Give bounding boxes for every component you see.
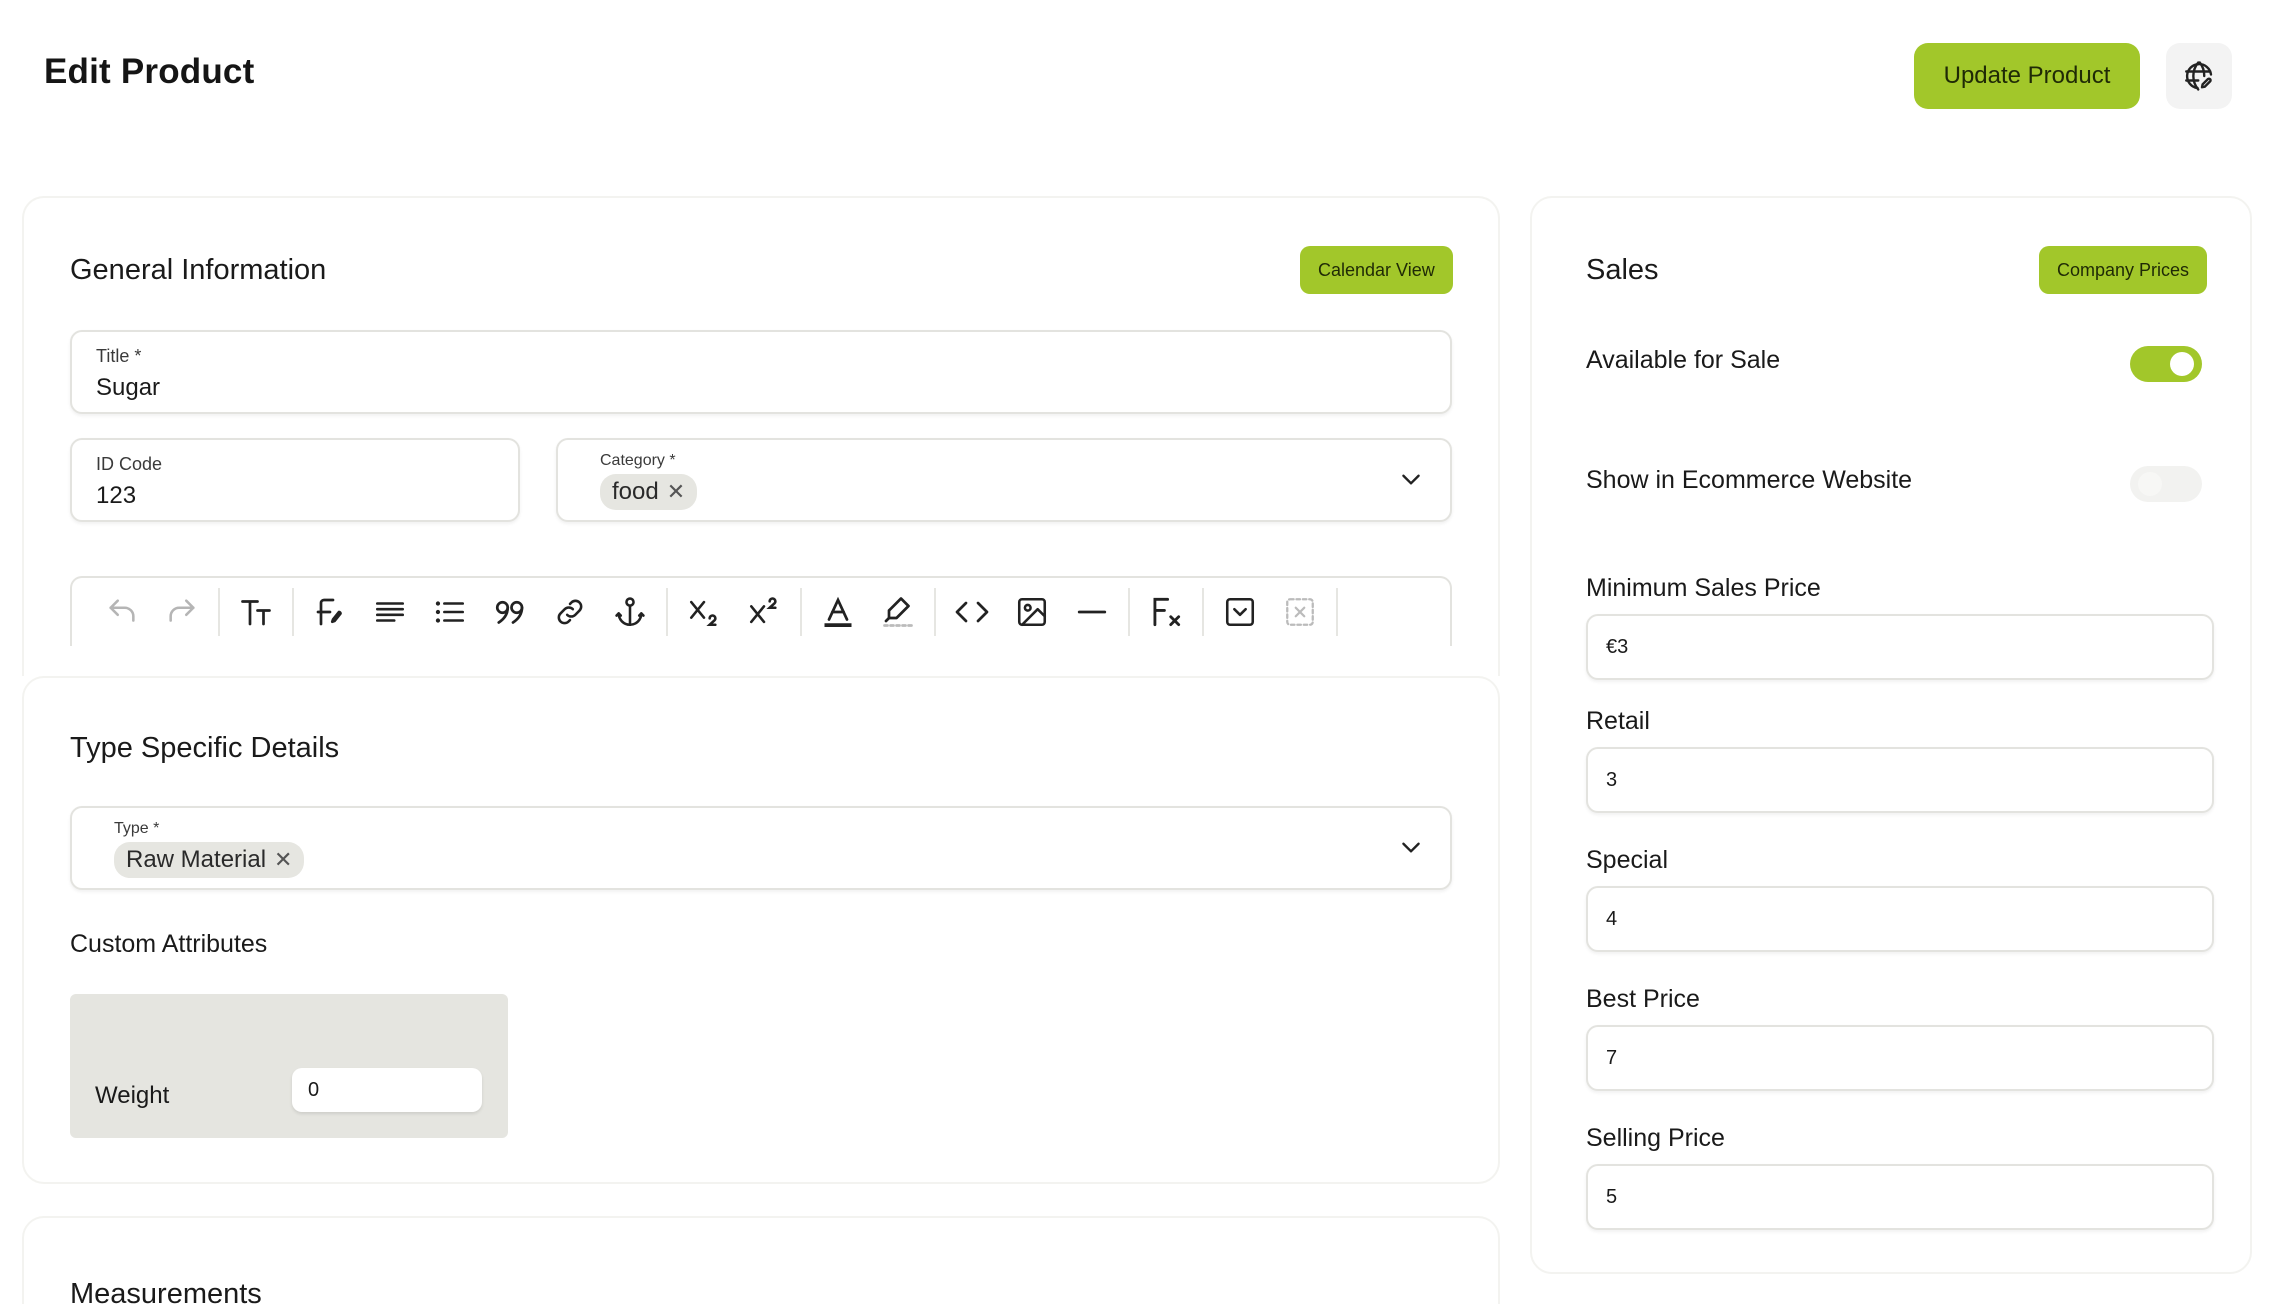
clear-format-icon [1153,597,1181,627]
bullet-list-button[interactable] [420,582,480,642]
toolbar-divider [218,588,220,636]
measurements-title: Measurements [70,1278,262,1304]
special-label: Special [1586,846,1668,874]
quote-button[interactable] [480,582,540,642]
anchor-icon [615,597,645,627]
toolbar-divider [934,588,936,636]
editor-toolbar [70,576,1452,646]
image-button[interactable] [1002,582,1062,642]
update-product-button[interactable]: Update Product [1914,43,2140,109]
calendar-view-button[interactable]: Calendar View [1300,246,1453,294]
horizontal-rule-button[interactable] [1062,582,1122,642]
bullet-list-icon [435,601,465,623]
minimum-sales-price-input[interactable] [1586,614,2214,680]
subscript-icon [689,600,717,627]
company-prices-button[interactable]: Company Prices [2039,246,2208,294]
anchor-button[interactable] [600,582,660,642]
best-price-input[interactable] [1586,1025,2214,1091]
text-size-icon [241,600,271,626]
text-size-button[interactable] [226,582,286,642]
superscript-button[interactable] [734,582,794,642]
clear-format-button[interactable] [1136,582,1196,642]
type-select[interactable]: Type * Raw Material ✕ [70,806,1452,890]
code-icon [955,601,989,623]
category-chip-label: food [612,478,659,505]
title-field-label: Title * [96,346,142,366]
type-chip-label: Raw Material [126,846,267,873]
horizontal-rule-icon [1077,610,1107,614]
align-button[interactable] [360,582,420,642]
toolbar-divider [292,588,294,636]
toolbar-divider [1128,588,1130,636]
selling-price-label: Selling Price [1586,1124,1725,1152]
link-icon [557,599,583,625]
custom-attribute-card: Weight [70,994,508,1138]
id-code-label: ID Code [96,454,163,474]
superscript-icon [749,597,777,624]
show-in-ecommerce-label: Show in Ecommerce Website [1586,466,1913,494]
type-label: Type * [114,820,160,837]
toolbar-divider [1336,588,1338,636]
link-button[interactable] [540,582,600,642]
undo-button[interactable] [92,582,152,642]
special-input[interactable] [1586,886,2214,952]
subscript-button[interactable] [674,582,734,642]
id-code-value: 123 [96,482,137,509]
retail-label: Retail [1586,707,1650,735]
available-for-sale-label: Available for Sale [1586,346,1781,374]
code-button[interactable] [942,582,1002,642]
toggle-knob [2138,472,2162,496]
available-for-sale-toggle[interactable] [2130,346,2202,382]
category-select[interactable]: Category * food ✕ [556,438,1452,522]
category-label: Category * [600,452,676,469]
weight-input[interactable] [292,1068,482,1112]
align-icon [375,602,405,622]
globe-edit-icon [2185,61,2213,91]
toolbar-divider [1202,588,1204,636]
text-color-icon [824,596,852,627]
highlight-button[interactable] [868,582,928,642]
title-field[interactable]: Title * Sugar [70,330,1452,414]
font-button[interactable] [300,582,360,642]
chevron-down-icon[interactable] [1398,466,1424,492]
toolbar-divider [800,588,802,636]
category-chip[interactable]: food ✕ [600,474,698,510]
title-field-value: Sugar [96,374,161,401]
redo-icon [169,599,195,622]
font-icon [316,598,342,626]
close-icon[interactable]: ✕ [274,847,292,873]
weight-label: Weight [95,1082,170,1109]
checkbox-icon [1225,597,1255,627]
redo-button[interactable] [152,582,212,642]
custom-attributes-label: Custom Attributes [70,930,268,958]
retail-input[interactable] [1586,747,2214,813]
sales-title: Sales [1586,254,1659,286]
toggle-knob [2170,352,2194,376]
highlight-icon [883,597,913,627]
toolbar-divider [666,588,668,636]
language-edit-button[interactable] [2166,43,2232,109]
checkbox-button[interactable] [1210,582,1270,642]
type-details-title: Type Specific Details [70,732,340,764]
page-title: Edit Product [44,52,255,91]
remove-icon [1286,598,1314,626]
show-in-ecommerce-toggle[interactable] [2130,466,2202,502]
general-information-title: General Information [70,254,327,286]
undo-icon [109,599,135,622]
type-chip[interactable]: Raw Material ✕ [114,842,305,878]
remove-button[interactable] [1270,582,1330,642]
image-icon [1017,597,1047,627]
quote-icon [495,600,524,624]
id-code-field[interactable]: ID Code 123 [70,438,520,522]
chevron-down-icon[interactable] [1398,834,1424,860]
close-icon[interactable]: ✕ [667,479,685,505]
minimum-sales-price-label: Minimum Sales Price [1586,574,1821,602]
best-price-label: Best Price [1586,985,1700,1013]
text-color-button[interactable] [808,582,868,642]
selling-price-input[interactable] [1586,1164,2214,1230]
